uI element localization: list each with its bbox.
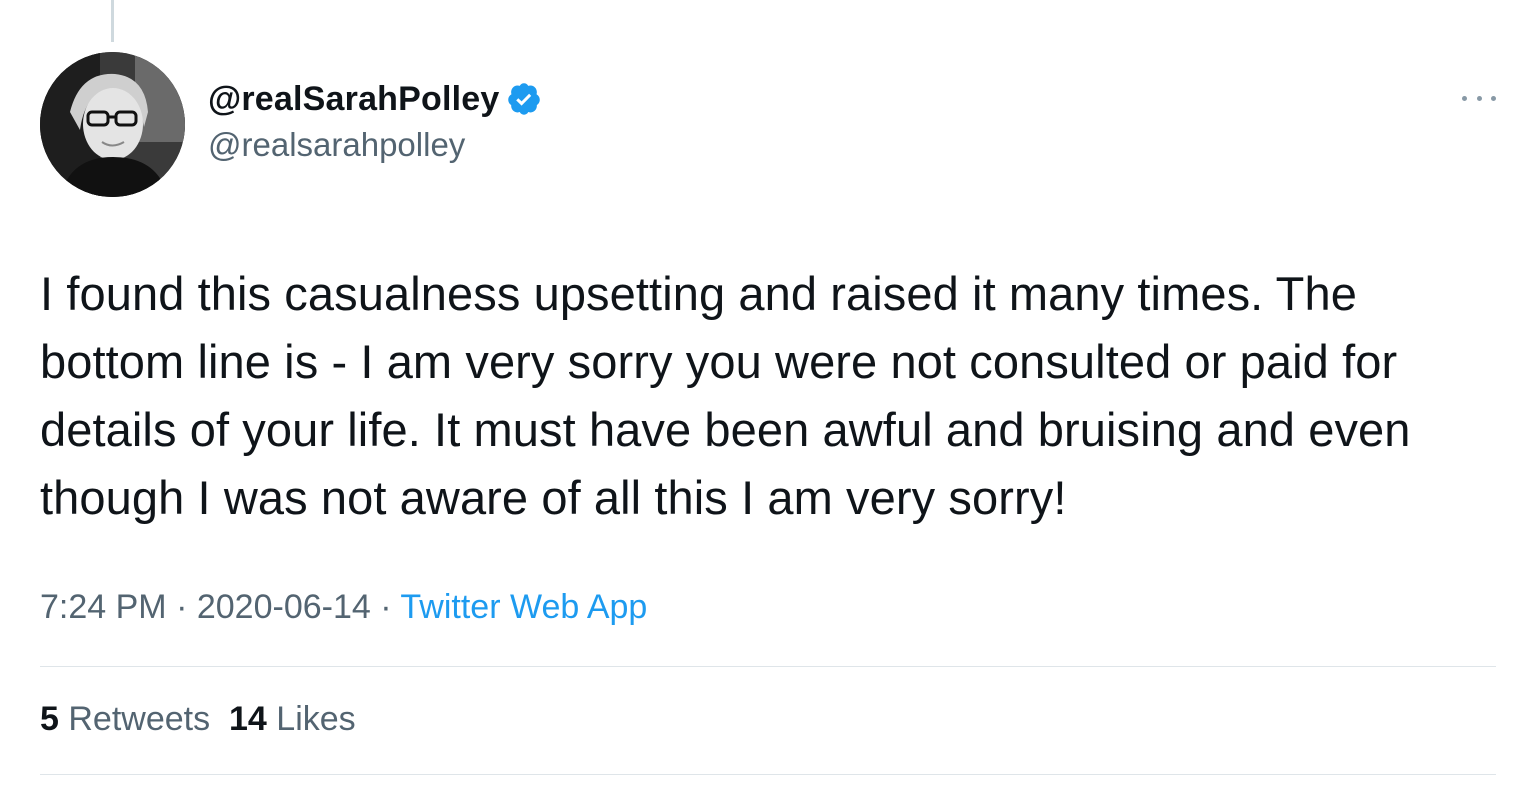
meta-separator: · bbox=[176, 588, 188, 626]
verified-badge-icon bbox=[507, 83, 540, 115]
retweets-stat[interactable]: 5 Retweets bbox=[40, 700, 210, 738]
likes-label: Likes bbox=[276, 700, 356, 738]
tweet-metadata: 7:24 PM · 2020-06-14 · Twitter Web App bbox=[40, 588, 647, 627]
likes-stat[interactable]: 14 Likes bbox=[229, 700, 356, 738]
more-dot bbox=[1491, 95, 1496, 101]
meta-separator: · bbox=[380, 588, 392, 626]
tweet-text: I found this casualness upsetting and ra… bbox=[40, 267, 1411, 524]
tweet-time[interactable]: 7:24 PM bbox=[40, 588, 167, 626]
likes-count: 14 bbox=[229, 700, 267, 738]
avatar[interactable] bbox=[40, 52, 185, 197]
retweets-count: 5 bbox=[40, 700, 59, 738]
tweet-date[interactable]: 2020-06-14 bbox=[197, 588, 371, 626]
author-info: @realSarahPolley @realsarahpolley bbox=[208, 76, 542, 164]
more-dot bbox=[1462, 95, 1467, 101]
avatar-photo-icon bbox=[40, 52, 185, 197]
display-name-row: @realSarahPolley bbox=[208, 76, 542, 122]
tweet-source-link[interactable]: Twitter Web App bbox=[400, 588, 647, 626]
more-options-icon[interactable] bbox=[1462, 88, 1496, 108]
tweet-stats: 5 Retweets 14 Likes bbox=[40, 700, 356, 739]
retweets-label: Retweets bbox=[68, 700, 211, 738]
display-name[interactable]: @realSarahPolley bbox=[208, 80, 500, 119]
more-dot bbox=[1476, 95, 1482, 101]
thread-connector-line bbox=[111, 0, 114, 42]
divider bbox=[40, 666, 1496, 667]
divider bbox=[40, 774, 1496, 775]
user-handle[interactable]: @realsarahpolley bbox=[208, 126, 542, 164]
